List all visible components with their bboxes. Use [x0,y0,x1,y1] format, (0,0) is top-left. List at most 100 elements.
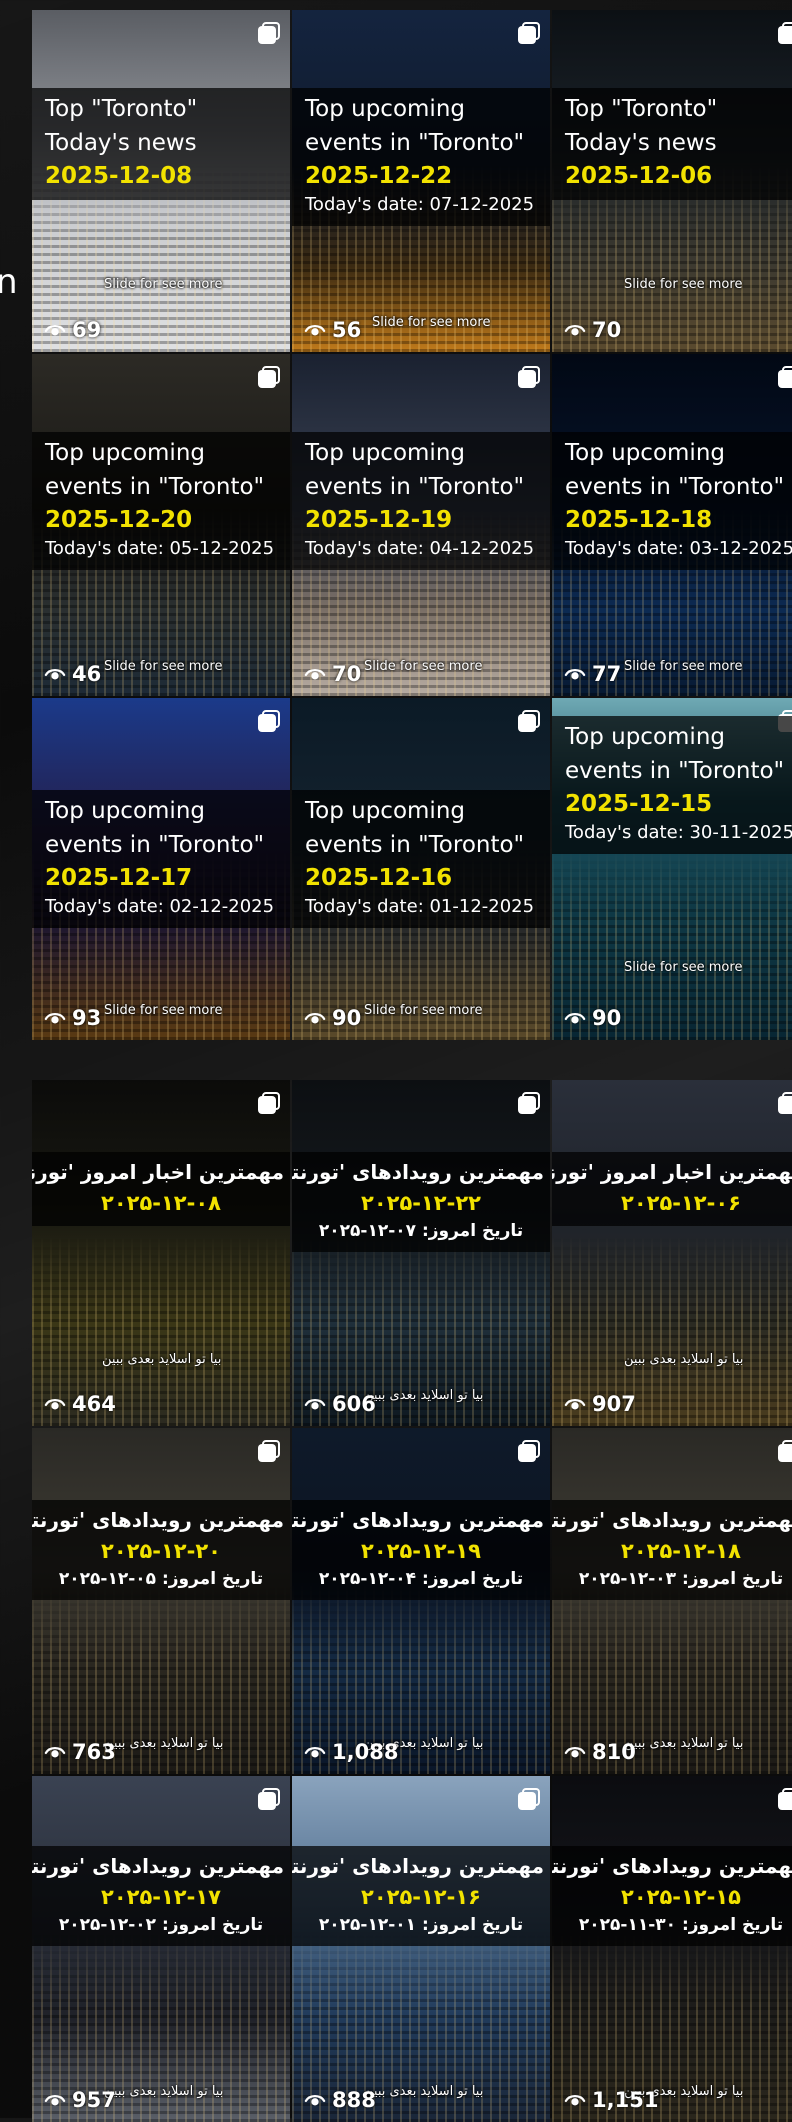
multiple-images-icon [258,1440,280,1462]
multiple-images-icon [258,710,280,732]
post-title-line1: Top upcoming [305,798,465,824]
post-title-line1: Top upcoming [305,96,465,122]
post-tile[interactable]: Top upcoming events in "Toronto" 2025-12… [292,354,550,696]
post-date: ۲۰۲۵-۱۲-۰۸ [101,1191,221,1215]
post-banner: مهمترین رویدادهای 'تورنتو' ۲۰۲۵-۱۲-۱۶ تا… [292,1846,550,1946]
post-title-line2: Today's news [45,130,197,156]
slide-hint: Slide for see more [624,960,743,975]
multiple-images-icon [258,1092,280,1114]
post-tile[interactable]: Top upcoming events in "Toronto" 2025-12… [552,698,792,1040]
post-banner: مهمترین اخبار امروز 'تورنتو' ۲۰۲۵-۱۲-۰۸ [32,1152,290,1226]
slide-hint: بیا تو اسلاید بعدی ببین [364,1388,484,1403]
eye-icon [44,325,66,336]
post-todays-date: Today's date: 03-12-2025 [565,538,792,559]
post-title-line1: Top upcoming [305,440,465,466]
eye-icon [564,1747,586,1758]
post-todays-date: تاریخ امروز: ۰۱-۱۲-۲۰۲۵ [318,1915,524,1935]
view-count-number: 93 [72,1006,102,1030]
eye-icon [304,325,326,336]
multiple-images-icon [778,1092,792,1114]
post-tile[interactable]: مهمترین رویدادهای 'تورنتو' ۲۰۲۵-۱۲-۱۷ تا… [32,1776,290,2122]
post-tile[interactable]: مهمترین رویدادهای 'تورنتو' ۲۰۲۵-۱۲-۱۹ تا… [292,1428,550,1774]
post-tile[interactable]: مهمترین اخبار امروز 'تورنتو' ۲۰۲۵-۱۲-۰۸ … [32,1080,290,1426]
post-date: 2025-12-18 [565,507,713,533]
view-count-number: 606 [332,1392,376,1416]
multiple-images-icon [518,366,540,388]
post-tile[interactable]: مهمترین رویدادهای 'تورنتو' ۲۰۲۵-۱۲-۱۶ تا… [292,1776,550,2122]
post-date: ۲۰۲۵-۱۲-۱۹ [361,1539,481,1563]
post-date: ۲۰۲۵-۱۲-۱۶ [361,1885,481,1909]
multiple-images-icon [778,1788,792,1810]
eye-icon [304,1013,326,1024]
post-title: مهمترین رویدادهای 'تورنتو' [552,1854,792,1878]
post-date: ۲۰۲۵-۱۲-۱۷ [101,1885,221,1909]
post-tile[interactable]: Top upcoming events in "Toronto" 2025-12… [552,354,792,696]
post-title: مهمترین اخبار امروز 'تورنتو' [552,1160,792,1184]
persian-posts-grid: مهمترین اخبار امروز 'تورنتو' ۲۰۲۵-۱۲-۰۸ … [32,1080,792,2122]
post-tile[interactable]: Top "Toronto" Today's news 2025-12-08 Sl… [32,10,290,352]
post-title-line2: events in "Toronto" [305,130,525,156]
post-tile[interactable]: مهمترین رویدادهای 'تورنتو' ۲۰۲۵-۱۲-۲۰ تا… [32,1428,290,1774]
post-banner: مهمترین رویدادهای 'تورنتو' ۲۰۲۵-۱۲-۲۰ تا… [32,1500,290,1600]
post-tile[interactable]: مهمترین رویدادهای 'تورنتو' ۲۰۲۵-۱۲-۱۸ تا… [552,1428,792,1774]
view-count-number: 77 [592,662,622,686]
post-todays-date: Today's date: 07-12-2025 [305,194,535,215]
view-count: 763 [44,1740,116,1764]
post-title-line1: Top upcoming [565,440,725,466]
view-count: 464 [44,1392,116,1416]
view-count-number: 70 [592,318,622,342]
slide-hint: Slide for see more [364,1003,483,1018]
post-title: مهمترین رویدادهای 'تورنتو' [32,1508,284,1532]
post-date: 2025-12-19 [305,507,453,533]
view-count: 69 [44,318,101,342]
slide-hint: بیا تو اسلاید بعدی ببین [104,1736,224,1751]
eye-icon [44,1013,66,1024]
post-tile[interactable]: Top upcoming events in "Toronto" 2025-12… [32,354,290,696]
eye-icon [44,669,66,680]
post-title: مهمترین رویدادهای 'تورنتو' [292,1854,544,1878]
multiple-images-icon [518,22,540,44]
view-count: 70 [304,662,361,686]
post-title-line1: Top "Toronto" [45,96,198,122]
post-banner: Top upcoming events in "Toronto" 2025-12… [552,716,792,854]
post-date: 2025-12-16 [305,865,453,891]
post-banner: Top upcoming events in "Toronto" 2025-12… [32,790,290,928]
slide-hint: Slide for see more [104,659,223,674]
eye-icon [564,325,586,336]
post-banner: مهمترین رویدادهای 'تورنتو' ۲۰۲۵-۱۲-۱۷ تا… [32,1846,290,1946]
post-tile[interactable]: مهمترین رویدادهای 'تورنتو' ۲۰۲۵-۱۲-۱۵ تا… [552,1776,792,2122]
post-date: ۲۰۲۵-۱۲-۲۲ [361,1191,481,1215]
post-date: 2025-12-15 [565,791,713,817]
post-todays-date: تاریخ امروز: ۰۴-۱۲-۲۰۲۵ [318,1569,524,1589]
post-tile[interactable]: Top upcoming events in "Toronto" 2025-12… [32,698,290,1040]
post-banner: مهمترین رویدادهای 'تورنتو' ۲۰۲۵-۱۲-۲۲ تا… [292,1152,550,1252]
post-tile[interactable]: مهمترین اخبار امروز 'تورنتو' ۲۰۲۵-۱۲-۰۶ … [552,1080,792,1426]
post-tile[interactable]: Top "Toronto" Today's news 2025-12-06 Sl… [552,10,792,352]
slide-hint: Slide for see more [624,659,743,674]
post-todays-date: Today's date: 01-12-2025 [305,896,535,917]
view-count-number: 69 [72,318,102,342]
view-count: 810 [564,1740,636,1764]
post-title-line1: Top upcoming [45,798,205,824]
post-date: 2025-12-22 [305,163,453,189]
post-todays-date: تاریخ امروز: ۳۰-۱۱-۲۰۲۵ [578,1915,784,1935]
post-date: 2025-12-08 [45,163,193,189]
post-todays-date: Today's date: 04-12-2025 [305,538,535,559]
post-tile[interactable]: Top upcoming events in "Toronto" 2025-12… [292,10,550,352]
post-banner: مهمترین رویدادهای 'تورنتو' ۲۰۲۵-۱۲-۱۸ تا… [552,1500,792,1600]
view-count: 957 [44,2088,116,2112]
slide-hint: بیا تو اسلاید بعدی ببین [624,1352,744,1367]
post-tile[interactable]: مهمترین رویدادهای 'تورنتو' ۲۰۲۵-۱۲-۲۲ تا… [292,1080,550,1426]
slide-hint: Slide for see more [104,277,223,292]
view-count-number: 1,088 [332,1740,399,1764]
post-title-line1: Top upcoming [565,724,725,750]
view-count-number: 1,151 [592,2088,659,2112]
post-todays-date: تاریخ امروز: ۰۷-۱۲-۲۰۲۵ [318,1221,524,1241]
view-count-number: 464 [72,1392,116,1416]
post-todays-date: Today's date: 05-12-2025 [45,538,275,559]
post-todays-date: تاریخ امروز: ۰۲-۱۲-۲۰۲۵ [58,1915,264,1935]
post-tile[interactable]: Top upcoming events in "Toronto" 2025-12… [292,698,550,1040]
view-count: 93 [44,1006,101,1030]
multiple-images-icon [518,1440,540,1462]
post-title-line2: events in "Toronto" [45,832,265,858]
